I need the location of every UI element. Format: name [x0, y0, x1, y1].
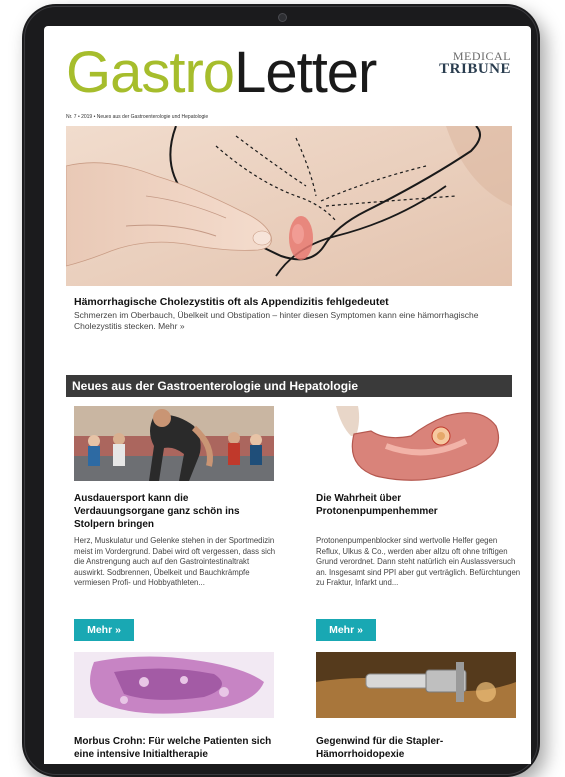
article-title[interactable]: Ausdauersport kann die Verdauungsorgane … [74, 492, 279, 531]
stomach-illustration [316, 406, 516, 481]
surgery-illustration [316, 652, 516, 718]
more-button[interactable]: Mehr » [316, 619, 376, 641]
lead-article-teaser: Schmerzen im Oberbauch, Übelkeit und Obs… [74, 310, 479, 331]
issue-line: Nr. 7 • 2019 • Neues aus der Gastroenter… [66, 114, 209, 120]
lead-article-title[interactable]: Hämorrhagische Cholezystitis oft als App… [74, 296, 494, 308]
gastroletter-logo: GastroLetter [66, 38, 377, 108]
medical-tribune-logo: MEDICAL TRIBUNE [439, 50, 511, 77]
article-image-surgery[interactable] [316, 652, 516, 718]
camera-icon [278, 13, 287, 22]
hero-image[interactable] [66, 126, 512, 286]
article-teaser: Protonenpumpenblocker sind wertvolle Hel… [316, 536, 521, 587]
brand-bottom-text: TRIBUNE [439, 61, 511, 77]
article-image-running[interactable] [74, 406, 274, 481]
article-teaser: Herz, Muskulatur und Gelenke stehen in d… [74, 536, 276, 587]
newsletter-header: GastroLetter MEDICAL TRIBUNE [44, 26, 531, 116]
runner-illustration [74, 406, 274, 481]
logo-part-gastro: Gastro [66, 40, 235, 105]
article-image-histology[interactable] [74, 652, 274, 718]
newsletter-screen: GastroLetter MEDICAL TRIBUNE Nr. 7 • 201… [44, 26, 531, 764]
logo-part-letter: Letter [234, 40, 377, 105]
article-image-stomach[interactable] [316, 406, 516, 481]
article-title[interactable]: Morbus Crohn: Für welche Patienten sich … [74, 735, 279, 761]
histology-illustration [74, 652, 274, 718]
section-header: Neues aus der Gastroenterologie und Hepa… [66, 375, 512, 397]
more-button[interactable]: Mehr » [74, 619, 134, 641]
hero-illustration [66, 126, 512, 286]
article-title[interactable]: Die Wahrheit über Protonenpumpenhemmer [316, 492, 521, 518]
article-title[interactable]: Gegenwind für die Stapler-Hämorrhoidopex… [316, 735, 521, 761]
